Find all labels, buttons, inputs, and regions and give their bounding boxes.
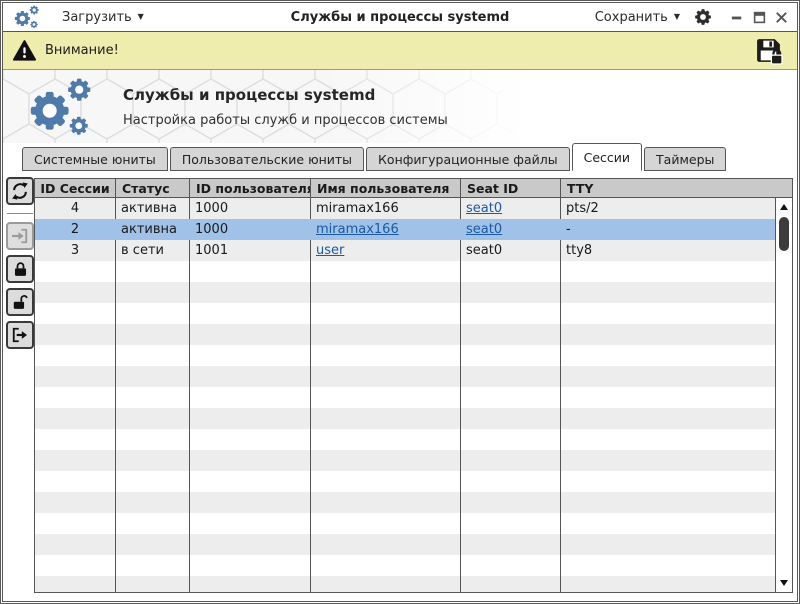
cell-user-name: miramax166 — [310, 201, 460, 216]
table-header-row: ID Сессии Статус ID пользователя Имя пол… — [35, 179, 792, 198]
cell-user-id: 1001 — [189, 243, 310, 258]
table-row-selected[interactable]: 2 активна 1000 miramax166 seat0 - — [35, 219, 775, 240]
sessions-table: ID Сессии Статус ID пользователя Имя пол… — [34, 178, 793, 593]
warning-label: Внимание! — [45, 43, 119, 58]
seat-id-link[interactable]: seat0 — [466, 222, 502, 237]
chevron-down-icon: ▼ — [138, 13, 144, 21]
scrollbar-thumb[interactable] — [779, 217, 789, 251]
refresh-button[interactable] — [6, 177, 34, 205]
cell-user-id: 1000 — [189, 222, 310, 237]
unlock-session-icon — [11, 293, 30, 312]
seat-id-link[interactable]: seat0 — [466, 201, 502, 216]
cell-session-id: 3 — [35, 243, 115, 258]
scroll-up-icon[interactable] — [776, 200, 792, 214]
column-header-user-id[interactable]: ID пользователя — [189, 179, 310, 197]
cell-seat-id: seat0 — [460, 243, 560, 258]
app-logo-gears-icon — [23, 77, 97, 137]
tab-bar: Системные юниты Пользовательские юниты К… — [3, 143, 797, 171]
cell-session-id: 2 — [35, 222, 115, 237]
column-header-status[interactable]: Статус — [115, 179, 189, 197]
attach-session-icon — [10, 226, 30, 246]
session-toolbar — [6, 177, 34, 354]
tab-system-units[interactable]: Системные юниты — [22, 147, 168, 171]
tab-sessions[interactable]: Сессии — [572, 143, 642, 171]
terminate-session-icon — [10, 325, 30, 345]
close-icon[interactable] — [774, 10, 789, 25]
column-header-seat-id[interactable]: Seat ID — [460, 179, 560, 197]
attach-session-button — [6, 222, 34, 250]
app-window: Службы и процессы systemd Загрузить ▼ Со… — [0, 0, 800, 604]
cell-user-id: 1000 — [189, 201, 310, 216]
refresh-icon — [10, 181, 30, 201]
cell-tty: pts/2 — [560, 201, 775, 216]
titlebar: Службы и процессы systemd Загрузить ▼ Со… — [3, 3, 797, 32]
save-dropdown-button[interactable]: Сохранить ▼ — [595, 10, 680, 25]
cell-tty: tty8 — [560, 243, 775, 258]
lock-session-icon — [11, 260, 30, 279]
lock-session-button[interactable] — [6, 255, 34, 283]
app-gears-icon — [13, 5, 40, 29]
load-dropdown-button[interactable]: Загрузить ▼ — [62, 10, 144, 25]
user-name-link[interactable]: miramax166 — [316, 222, 399, 237]
tab-timers[interactable]: Таймеры — [644, 147, 726, 171]
sessions-panel: ID Сессии Статус ID пользователя Имя пол… — [3, 171, 797, 601]
column-header-user-name[interactable]: Имя пользователя — [310, 179, 460, 197]
table-row[interactable]: 3 в сети 1001 user seat0 tty8 — [35, 240, 775, 261]
tab-user-units[interactable]: Пользовательские юниты — [170, 147, 364, 171]
minimize-icon[interactable] — [730, 10, 745, 25]
cell-status: активна — [115, 201, 189, 216]
tab-config-files[interactable]: Конфигурационные файлы — [366, 147, 570, 171]
cell-tty: - — [560, 222, 775, 237]
user-name-link[interactable]: user — [316, 243, 344, 258]
table-body: 4 активна 1000 miramax166 seat0 pts/2 2 … — [35, 198, 775, 592]
cell-status: в сети — [115, 243, 189, 258]
column-header-session-id[interactable]: ID Сессии — [35, 181, 115, 196]
toolbar-separator — [7, 213, 33, 214]
vertical-scrollbar[interactable] — [775, 198, 792, 592]
save-protected-icon — [754, 36, 783, 65]
maximize-icon[interactable] — [752, 10, 767, 25]
settings-gear-icon[interactable] — [694, 8, 712, 26]
scroll-down-icon[interactable] — [776, 576, 792, 590]
column-header-tty[interactable]: TTY — [560, 179, 792, 197]
cell-status: активна — [115, 222, 189, 237]
table-row[interactable]: 4 активна 1000 miramax166 seat0 pts/2 — [35, 198, 775, 219]
unlock-session-button[interactable] — [6, 288, 34, 316]
warning-triangle-icon — [13, 39, 36, 62]
page-subtitle: Настройка работы служб и процессов систе… — [123, 113, 448, 128]
cell-session-id: 4 — [35, 201, 115, 216]
page-title: Службы и процессы systemd — [123, 86, 448, 104]
chevron-down-icon: ▼ — [674, 13, 680, 21]
app-header: Службы и процессы systemd Настройка рабо… — [3, 70, 797, 143]
warning-bar: Внимание! — [3, 32, 797, 70]
terminate-session-button[interactable] — [6, 321, 34, 349]
